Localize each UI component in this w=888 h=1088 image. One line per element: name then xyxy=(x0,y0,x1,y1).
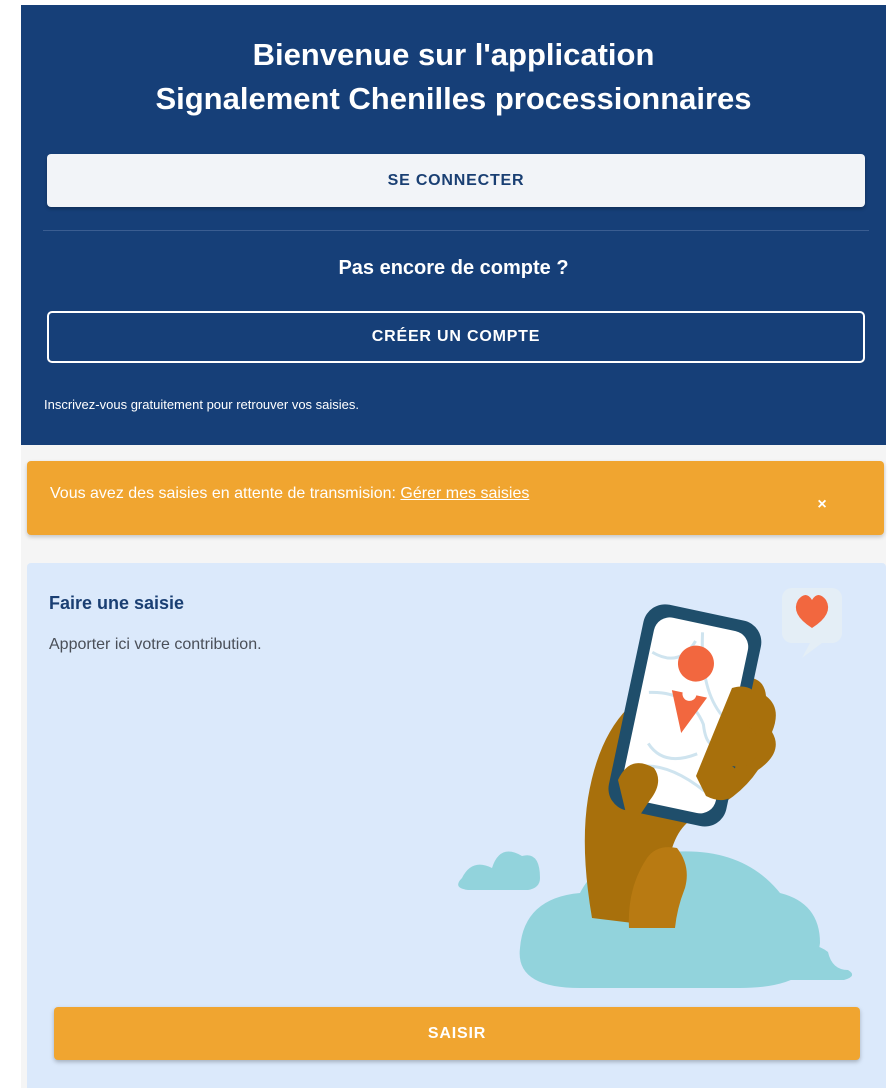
card-text: Apporter ici votre contribution. xyxy=(49,636,262,653)
divider xyxy=(43,230,869,231)
login-button[interactable]: SE CONNECTER xyxy=(47,154,865,207)
close-icon[interactable]: × xyxy=(814,497,830,513)
submission-card: Faire une saisie Apporter ici votre cont… xyxy=(27,563,886,1088)
hand-holding-phone-icon xyxy=(458,588,853,988)
no-account-heading: Pas encore de compte ? xyxy=(338,257,569,279)
manage-submissions-link[interactable]: Gérer mes saisies xyxy=(400,485,529,502)
title-line-1: Bienvenue sur l'application xyxy=(252,37,655,72)
card-title: Faire une saisie xyxy=(49,593,185,613)
alert-message: Vous avez des saisies en attente de tran… xyxy=(50,485,529,503)
page-title: Bienvenue sur l'application Signalement … xyxy=(21,33,886,121)
welcome-header: Bienvenue sur l'application Signalement … xyxy=(21,5,886,445)
alert-text: Vous avez des saisies en attente de tran… xyxy=(50,485,401,502)
left-edge xyxy=(0,0,21,1088)
create-account-button[interactable]: CRÉER UN COMPTE xyxy=(47,311,865,363)
saisir-button[interactable]: SAISIR xyxy=(54,1007,860,1060)
app-page: Bienvenue sur l'application Signalement … xyxy=(0,0,888,1088)
signup-note: Inscrivez-vous gratuitement pour retrouv… xyxy=(44,397,360,412)
title-line-2: Signalement Chenilles processionnaires xyxy=(155,81,752,116)
pending-submissions-alert: Vous avez des saisies en attente de tran… xyxy=(27,461,884,535)
